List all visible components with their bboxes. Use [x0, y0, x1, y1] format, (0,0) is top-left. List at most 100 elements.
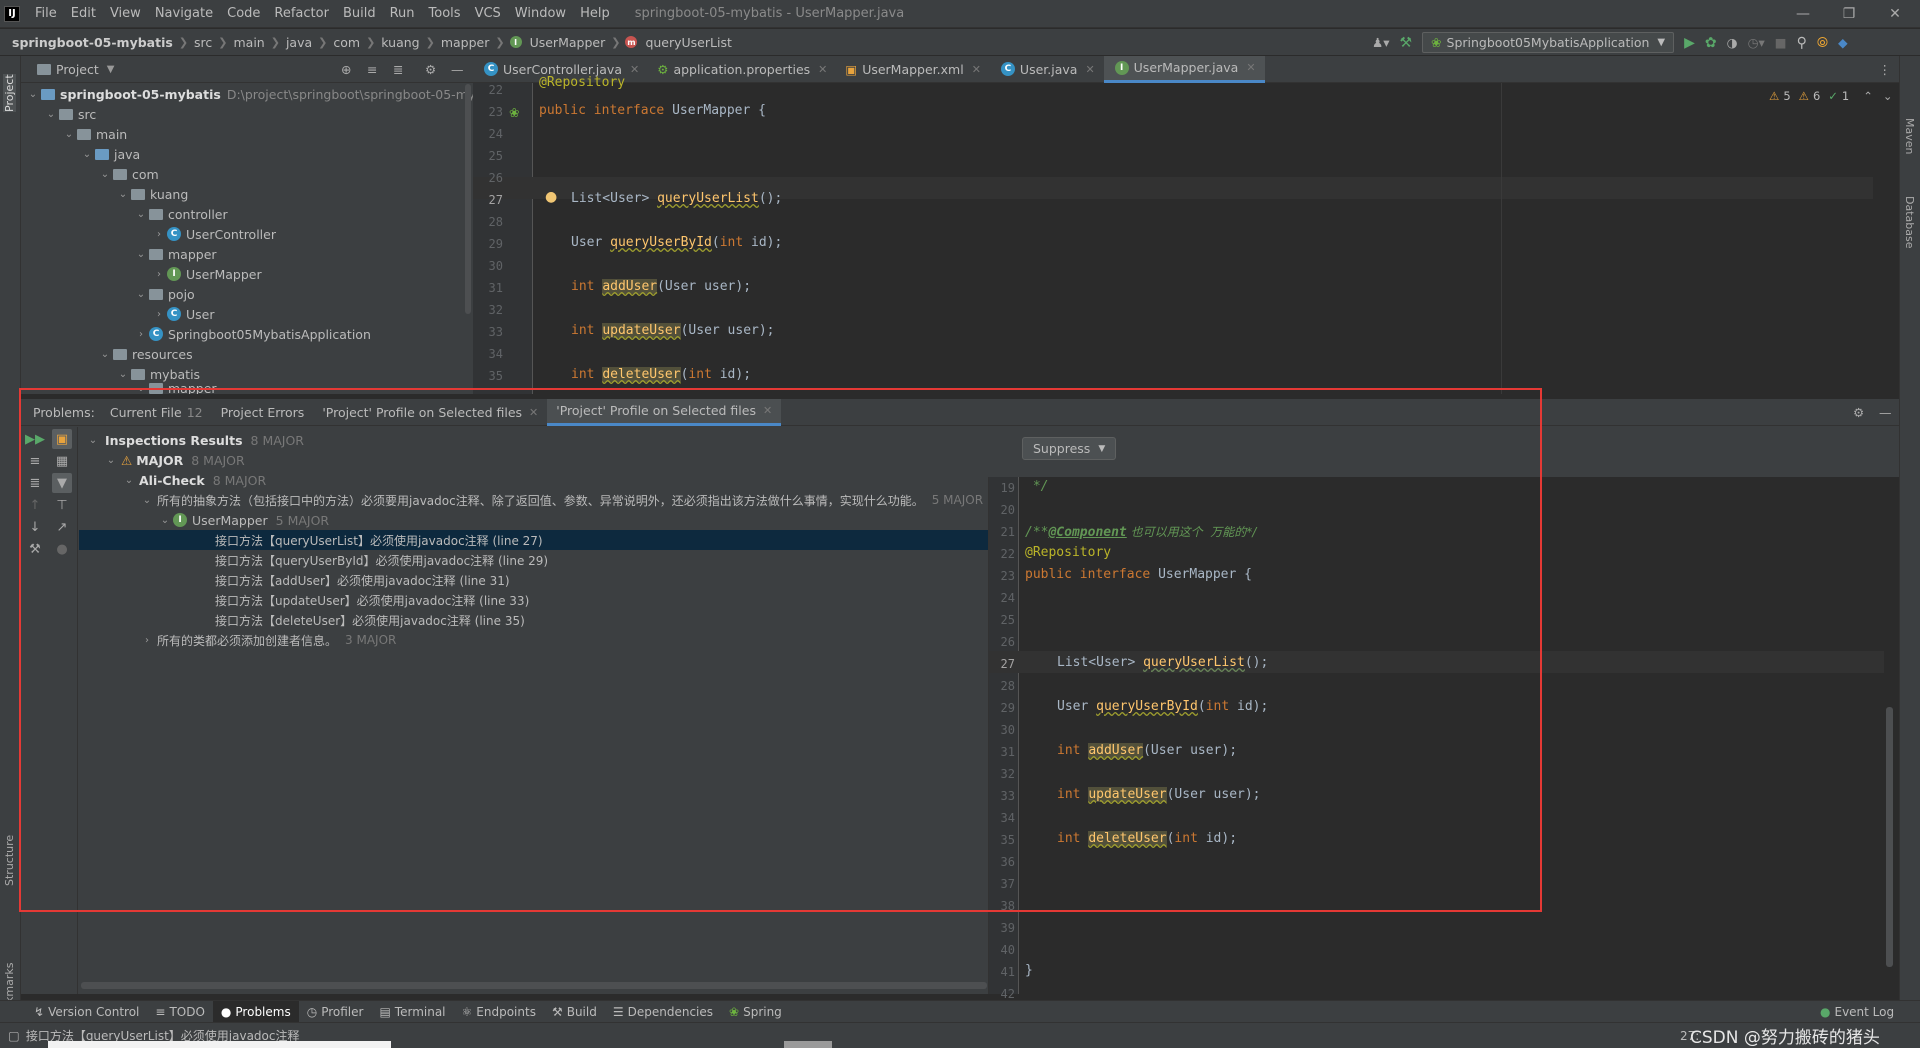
user-icon[interactable]: ♟▾	[1372, 35, 1389, 50]
tool-todo[interactable]: ≡ TODO	[147, 1001, 213, 1023]
menu-refactor[interactable]: Refactor	[267, 6, 336, 21]
tree-item-mybatis[interactable]: ⌄ mybatis	[117, 364, 200, 384]
problem-item[interactable]: 接口方法【addUser】必须使用javadoc注释 (line 31)	[215, 570, 510, 590]
tree-item-src[interactable]: ⌄ src	[45, 104, 96, 124]
locate-icon[interactable]: ⊕	[341, 62, 351, 77]
pin-icon[interactable]: ⊤	[52, 495, 72, 515]
tree-item-inspection-results[interactable]: ⌄ Inspections Results 8 MAJOR	[87, 430, 304, 450]
tree-item-major[interactable]: ⌄ ⚠ MAJOR 8 MAJOR	[105, 450, 245, 470]
menu-edit[interactable]: Edit	[64, 6, 103, 21]
problem-item[interactable]: 接口方法【updateUser】必须使用javadoc注释 (line 33)	[215, 590, 529, 610]
profile-icon[interactable]: ◷▾	[1748, 35, 1765, 50]
rerun-icon[interactable]: ▶▶	[25, 429, 45, 449]
tool-event-log[interactable]: ● Event Log	[1812, 1001, 1902, 1023]
search-icon[interactable]: ⚲	[1797, 35, 1807, 51]
breadcrumb-main[interactable]: main	[231, 35, 268, 50]
tab-user-java[interactable]: C User.java ✕	[990, 56, 1104, 83]
tree-item-main[interactable]: ⌄ main	[63, 124, 127, 144]
breadcrumb-mapper[interactable]: mapper	[438, 35, 493, 50]
tab-usermapper-java[interactable]: I UserMapper.java ✕	[1103, 55, 1265, 83]
breadcrumb-kuang[interactable]: kuang	[378, 35, 422, 50]
chevron-down-icon[interactable]: ⌄	[1883, 89, 1893, 103]
database-tool-tab[interactable]: Database	[1903, 196, 1916, 249]
close-tab-icon[interactable]: ✕	[972, 63, 981, 76]
close-tab-icon[interactable]: ✕	[818, 63, 827, 76]
menu-window[interactable]: Window	[508, 6, 573, 21]
hide-icon[interactable]: —	[1879, 405, 1892, 420]
menu-run[interactable]: Run	[383, 6, 422, 21]
tree-item-alicheck[interactable]: ⌄ Ali-Check 8 MAJOR	[123, 470, 266, 490]
arrow-up-icon[interactable]: ↑	[25, 495, 45, 515]
close-tab-icon[interactable]: ✕	[1085, 63, 1094, 76]
tree-item-controller[interactable]: ⌄ controller	[135, 204, 228, 224]
tree-item-java[interactable]: ⌄ java	[81, 144, 140, 164]
tab-application-properties[interactable]: ⚙ application.properties ✕	[648, 56, 836, 83]
menu-file[interactable]: File	[28, 6, 64, 21]
close-tab-icon[interactable]: ✕	[630, 63, 639, 76]
export-icon[interactable]: ↗	[52, 517, 72, 537]
tree-item-rule-author[interactable]: › 所有的类都必须添加创建者信息。 3 MAJOR	[141, 630, 396, 650]
tree-item-application[interactable]: › C Springboot05MybatisApplication	[135, 324, 371, 344]
plugin-icon[interactable]: ◆	[1838, 35, 1848, 50]
tab-project-errors[interactable]: Project Errors	[212, 399, 314, 426]
tree-item-kuang[interactable]: ⌄ kuang	[117, 184, 189, 204]
menu-vcs[interactable]: VCS	[468, 6, 508, 21]
inspection-widget[interactable]: ⚠ 5 ⚠ 6 ✓ 1 ⌃ ⌄	[1769, 89, 1893, 103]
close-tab-icon[interactable]: ✕	[529, 406, 538, 419]
hide-icon[interactable]: —	[451, 62, 464, 77]
chevron-down-icon[interactable]: ▼	[107, 64, 115, 75]
breadcrumb-com[interactable]: com	[330, 35, 363, 50]
menu-build[interactable]: Build	[336, 6, 383, 21]
menu-help[interactable]: Help	[573, 6, 617, 21]
bulb-icon[interactable]: ●	[52, 539, 72, 559]
run-icon[interactable]: ▶	[1684, 35, 1695, 51]
expand-all-icon[interactable]: ≡	[25, 451, 45, 471]
update-icon[interactable]: ⦾	[1817, 35, 1828, 51]
menu-code[interactable]: Code	[220, 6, 267, 21]
collapse-all-icon[interactable]: ≣	[25, 473, 45, 493]
arrow-down-icon[interactable]: ↓	[25, 517, 45, 537]
gear-icon[interactable]: ⚙	[1853, 405, 1864, 420]
tree-item-rule-javadoc[interactable]: ⌄ 所有的抽象方法（包括接口中的方法）必须要用javadoc注释、除了返回值、参数…	[141, 490, 983, 510]
menu-view[interactable]: View	[103, 6, 148, 21]
tab-profile-2[interactable]: 'Project' Profile on Selected files ✕	[547, 398, 782, 426]
project-scrollbar[interactable]	[465, 84, 471, 314]
menu-navigate[interactable]: Navigate	[148, 6, 220, 21]
filter-icon[interactable]: ▼	[52, 473, 72, 493]
horizontal-scrollbar[interactable]	[81, 982, 987, 989]
preview-scrollbar[interactable]	[1886, 707, 1893, 967]
breadcrumb-project[interactable]: springboot-05-mybatis	[0, 35, 176, 50]
close-tab-icon[interactable]: ✕	[763, 404, 772, 417]
gear-icon[interactable]: ⚙	[425, 62, 436, 77]
breadcrumb-usermapper[interactable]: UserMapper	[527, 35, 609, 50]
expand-all-icon[interactable]: ≡	[367, 62, 377, 77]
bulb-icon[interactable]: ●	[545, 189, 557, 205]
tree-item-project-root[interactable]: ⌄ springboot-05-mybatis D:\project\sprin…	[27, 84, 499, 104]
tree-item-user[interactable]: › C User	[153, 304, 215, 324]
code-preview[interactable]: 19 20 21 22 23 24 25 26 27 28 29 30 31 32 33 34 35 36 37 38…	[988, 477, 1899, 1001]
project-tool-tab[interactable]: Project	[3, 74, 16, 112]
tab-profile-1[interactable]: 'Project' Profile on Selected files ✕	[313, 399, 547, 426]
coverage-icon[interactable]: ◑	[1727, 35, 1738, 50]
tool-dependencies[interactable]: ☰ Dependencies	[605, 1001, 721, 1023]
breadcrumb-java[interactable]: java	[283, 35, 315, 50]
problem-item[interactable]: 接口方法【deleteUser】必须使用javadoc注释 (line 35)	[215, 610, 525, 630]
debug-icon[interactable]: ✿	[1705, 35, 1717, 51]
breadcrumb-src[interactable]: src	[191, 35, 215, 50]
more-tabs-icon[interactable]: ⋮	[1879, 62, 1892, 77]
tab-current-file[interactable]: Current File 12	[101, 399, 212, 426]
maven-tool-tab[interactable]: Maven	[1903, 118, 1916, 154]
collapse-all-icon[interactable]: ≣	[393, 62, 403, 77]
menu-tools[interactable]: Tools	[422, 6, 468, 21]
wrench-icon[interactable]: ⚒	[25, 539, 45, 559]
chevron-up-icon[interactable]: ⌃	[1863, 89, 1873, 103]
structure-tool-tab[interactable]: Structure	[3, 835, 16, 886]
tree-item-mapper[interactable]: ⌄ mapper	[135, 244, 217, 264]
minimize-icon[interactable]: —	[1780, 0, 1826, 28]
tree-item-pojo[interactable]: ⌄ pojo	[135, 284, 195, 304]
close-tab-icon[interactable]: ✕	[1246, 61, 1255, 74]
restore-icon[interactable]: ❐	[1826, 0, 1872, 28]
tool-build[interactable]: ⚒ Build	[544, 1001, 605, 1023]
tool-terminal[interactable]: ▤ Terminal	[371, 1001, 453, 1023]
implemented-gutter-icon[interactable]: ❀	[509, 105, 519, 120]
